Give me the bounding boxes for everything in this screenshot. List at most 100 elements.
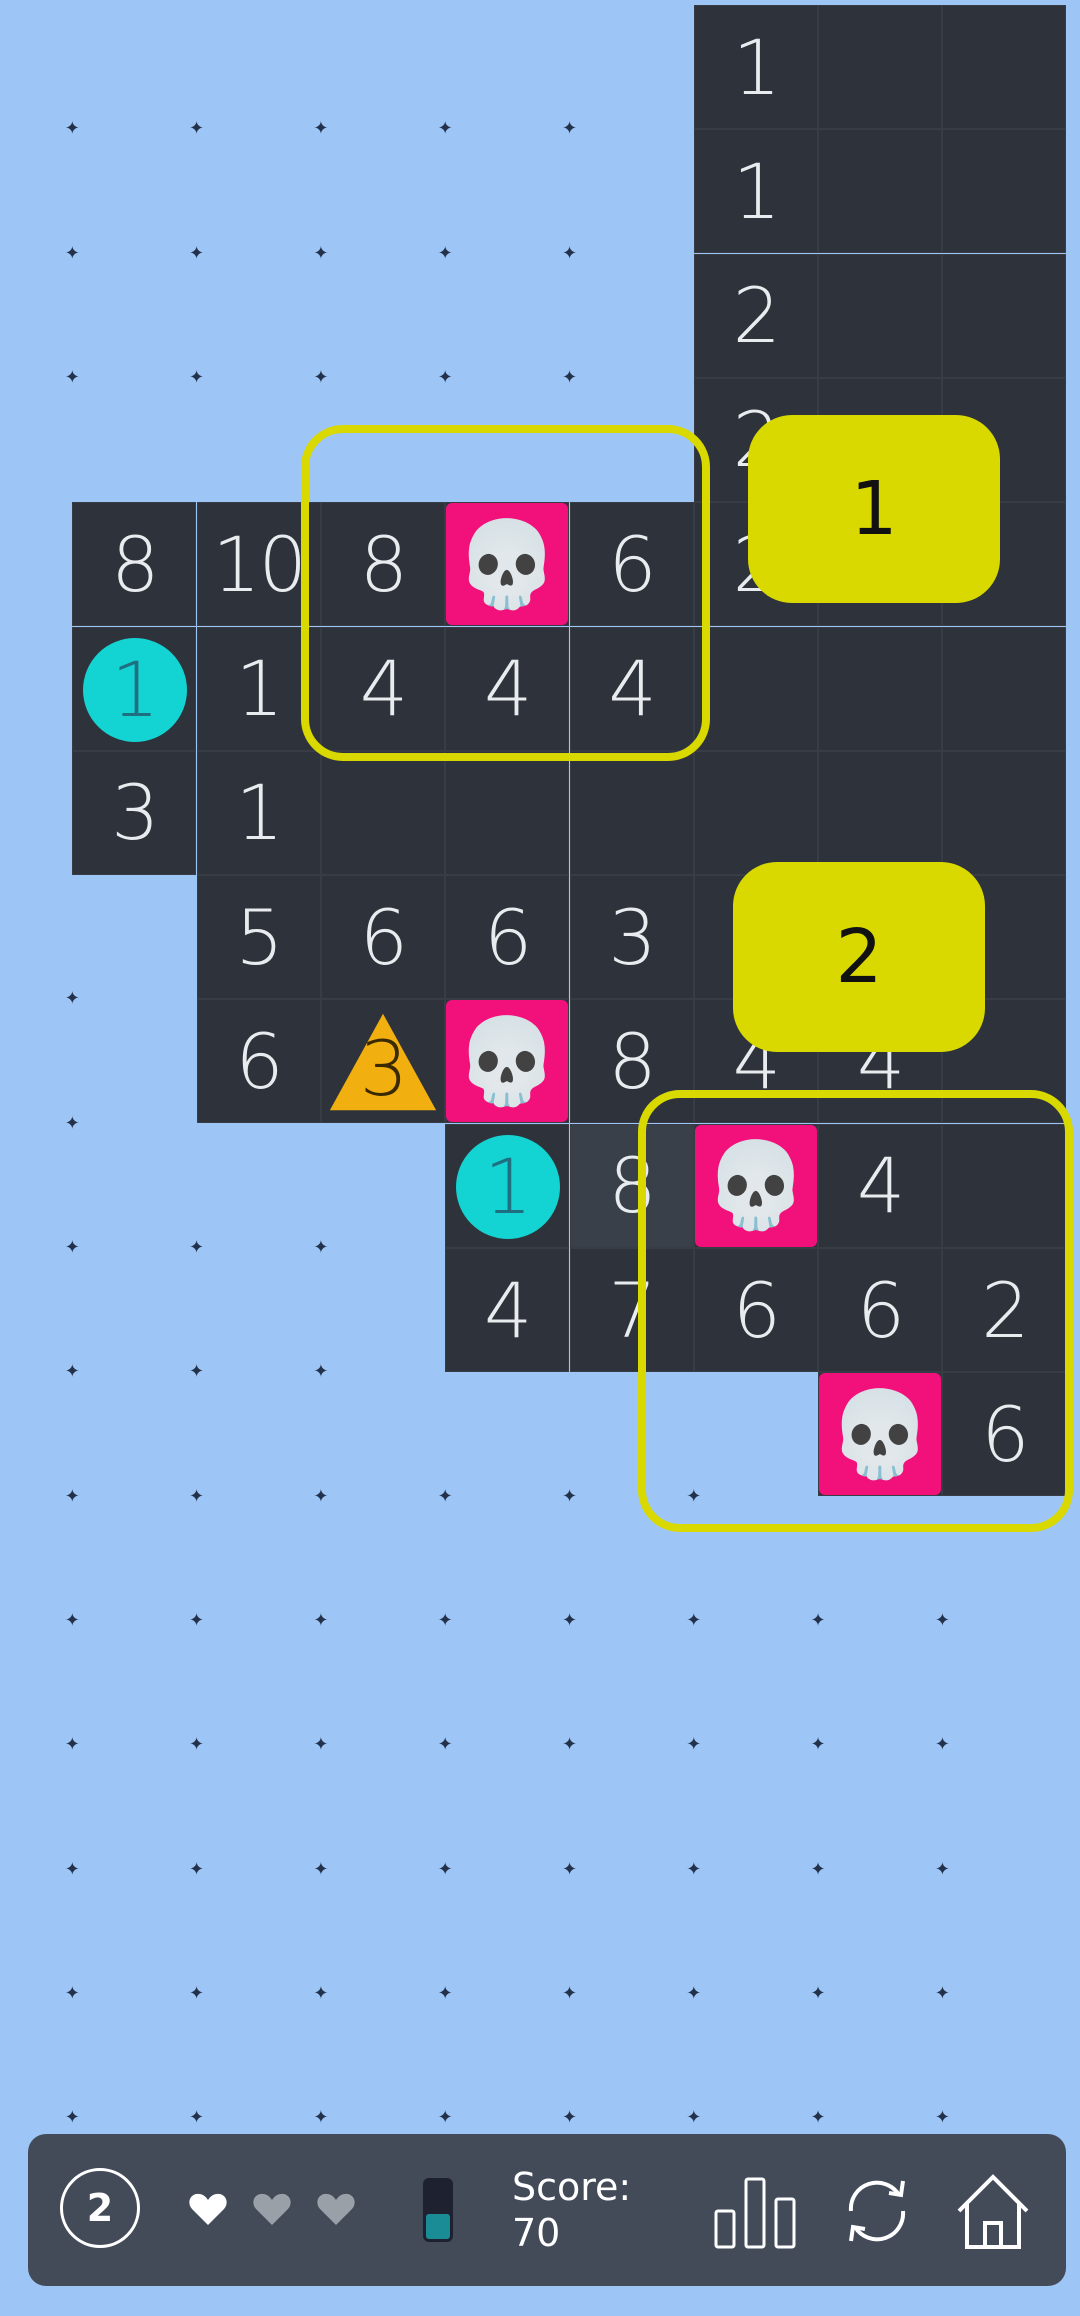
- hidden-cell[interactable]: [445, 1869, 570, 1994]
- hidden-cell[interactable]: [0, 626, 72, 751]
- empty-cell[interactable]: [942, 5, 1067, 129]
- hidden-cell[interactable]: [569, 129, 694, 254]
- hidden-cell[interactable]: [320, 129, 445, 254]
- hidden-cell[interactable]: [72, 1993, 197, 2118]
- stats-button[interactable]: [712, 2168, 798, 2254]
- hidden-cell[interactable]: [320, 1372, 445, 1497]
- empty-cell[interactable]: [942, 253, 1067, 378]
- mine-cell[interactable]: 💀: [445, 999, 570, 1124]
- hidden-cell[interactable]: [0, 1869, 72, 1994]
- triangle-number-cell[interactable]: 3: [320, 999, 445, 1124]
- hidden-cell[interactable]: [72, 999, 197, 1124]
- hidden-cell[interactable]: [72, 253, 197, 378]
- hidden-cell[interactable]: [0, 253, 72, 378]
- hidden-cell[interactable]: [320, 1496, 445, 1621]
- hidden-cell[interactable]: [445, 129, 570, 254]
- hidden-cell[interactable]: [818, 1869, 943, 1994]
- empty-cell[interactable]: [942, 626, 1067, 751]
- number-cell[interactable]: 3: [72, 750, 197, 875]
- hidden-cell[interactable]: [0, 502, 72, 627]
- hidden-cell[interactable]: [72, 1745, 197, 1870]
- hidden-cell[interactable]: [445, 1620, 570, 1745]
- hidden-cell[interactable]: [0, 1993, 72, 2118]
- hidden-cell[interactable]: [196, 1123, 321, 1248]
- hidden-cell[interactable]: [72, 377, 197, 502]
- hidden-cell[interactable]: [72, 129, 197, 254]
- empty-cell[interactable]: [693, 750, 818, 875]
- hidden-cell[interactable]: [72, 5, 197, 129]
- hidden-cell[interactable]: [0, 1745, 72, 1870]
- home-button[interactable]: [950, 2168, 1036, 2254]
- restart-button[interactable]: [834, 2168, 920, 2254]
- hidden-cell[interactable]: [320, 1869, 445, 1994]
- hidden-cell[interactable]: [72, 1123, 197, 1248]
- hidden-cell[interactable]: [818, 1993, 943, 2118]
- hidden-cell[interactable]: [72, 1372, 197, 1497]
- hidden-cell[interactable]: [196, 1745, 321, 1870]
- number-cell[interactable]: 6: [320, 875, 445, 1000]
- hidden-cell[interactable]: [196, 1496, 321, 1621]
- number-cell[interactable]: 6: [196, 999, 321, 1124]
- hidden-cell[interactable]: [818, 1620, 943, 1745]
- circle-number-cell[interactable]: 1: [72, 626, 197, 751]
- hidden-cell[interactable]: [196, 1620, 321, 1745]
- hidden-cell[interactable]: [942, 1993, 1067, 2118]
- hidden-cell[interactable]: [569, 1993, 694, 2118]
- hidden-cell[interactable]: [320, 5, 445, 129]
- hidden-cell[interactable]: [569, 1869, 694, 1994]
- empty-cell[interactable]: [942, 750, 1067, 875]
- hidden-cell[interactable]: [445, 1745, 570, 1870]
- circle-number-cell[interactable]: 1: [445, 1123, 570, 1248]
- empty-cell[interactable]: [942, 129, 1067, 254]
- hidden-cell[interactable]: [445, 1993, 570, 2118]
- empty-cell[interactable]: [693, 626, 818, 751]
- hidden-cell[interactable]: [320, 1993, 445, 2118]
- hidden-cell[interactable]: [0, 129, 72, 254]
- hidden-cell[interactable]: [818, 1745, 943, 1870]
- number-cell[interactable]: 5: [196, 875, 321, 1000]
- number-cell[interactable]: 6: [445, 875, 570, 1000]
- hidden-cell[interactable]: [0, 750, 72, 875]
- empty-cell[interactable]: [818, 253, 943, 378]
- empty-cell[interactable]: [569, 750, 694, 875]
- hidden-cell[interactable]: [72, 1869, 197, 1994]
- hidden-cell[interactable]: [0, 1496, 72, 1621]
- hidden-cell[interactable]: [72, 1496, 197, 1621]
- hidden-cell[interactable]: [320, 1620, 445, 1745]
- hidden-cell[interactable]: [942, 1620, 1067, 1745]
- hidden-cell[interactable]: [320, 1248, 445, 1372]
- hidden-cell[interactable]: [0, 1248, 72, 1372]
- number-cell[interactable]: 1: [693, 5, 818, 129]
- hidden-cell[interactable]: [569, 1620, 694, 1745]
- number-cell[interactable]: 4: [445, 1248, 570, 1372]
- empty-cell[interactable]: [320, 750, 445, 875]
- hidden-cell[interactable]: [0, 999, 72, 1124]
- hidden-cell[interactable]: [320, 1745, 445, 1870]
- hidden-cell[interactable]: [569, 253, 694, 378]
- hidden-cell[interactable]: [693, 1620, 818, 1745]
- hidden-cell[interactable]: [196, 1248, 321, 1372]
- hidden-cell[interactable]: [569, 5, 694, 129]
- hidden-cell[interactable]: [693, 1993, 818, 2118]
- hidden-cell[interactable]: [0, 1372, 72, 1497]
- number-cell[interactable]: 1: [196, 750, 321, 875]
- hidden-cell[interactable]: [445, 253, 570, 378]
- hidden-cell[interactable]: [196, 1869, 321, 1994]
- hidden-cell[interactable]: [0, 1620, 72, 1745]
- number-cell[interactable]: 2: [693, 253, 818, 378]
- hidden-cell[interactable]: [693, 1869, 818, 1994]
- hidden-cell[interactable]: [320, 1123, 445, 1248]
- hidden-cell[interactable]: [942, 1869, 1067, 1994]
- empty-cell[interactable]: [818, 626, 943, 751]
- hidden-cell[interactable]: [0, 1123, 72, 1248]
- hidden-cell[interactable]: [196, 253, 321, 378]
- hidden-cell[interactable]: [196, 5, 321, 129]
- hidden-cell[interactable]: [445, 1372, 570, 1497]
- number-cell[interactable]: 3: [569, 875, 694, 1000]
- hidden-cell[interactable]: [72, 1620, 197, 1745]
- hidden-cell[interactable]: [72, 1248, 197, 1372]
- hidden-cell[interactable]: [320, 253, 445, 378]
- hidden-cell[interactable]: [0, 875, 72, 1000]
- empty-cell[interactable]: [445, 750, 570, 875]
- hidden-cell[interactable]: [693, 1745, 818, 1870]
